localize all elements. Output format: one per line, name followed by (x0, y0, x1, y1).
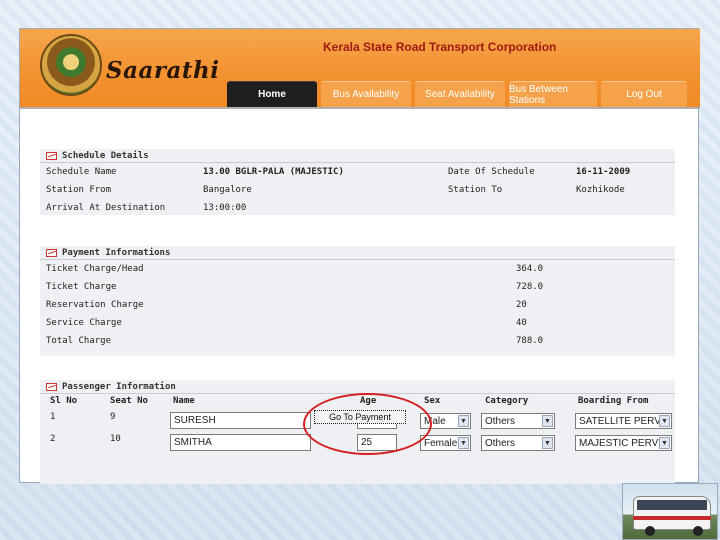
passenger-name-input[interactable]: SURESH (170, 412, 311, 429)
passenger-name-input[interactable]: SMITHA (170, 434, 311, 451)
station-from-value: Bangalore (203, 185, 252, 195)
category-select[interactable]: Others ▼ (481, 435, 555, 451)
schedule-row: Arrival At Destination 13:00:00 (40, 199, 675, 217)
chevron-down-icon: ▼ (542, 415, 553, 427)
col-header-boarding: Boarding From (578, 396, 649, 406)
bus-wheel (693, 526, 703, 536)
selected-value: Female (424, 437, 458, 449)
nav-tab-log-out[interactable]: Log Out (601, 81, 687, 107)
schedule-date-value: 16-11-2009 (576, 167, 631, 177)
highlight-annotation (303, 393, 432, 455)
section-title: Schedule Details (62, 150, 149, 161)
selected-value: Others (485, 415, 516, 427)
field-label: Date Of Schedule (448, 167, 535, 177)
section-header: Schedule Details (40, 149, 675, 163)
payment-info-section: Payment Informations Ticket Charge/Head … (40, 246, 675, 356)
field-label: Arrival At Destination (46, 203, 166, 213)
nav-tab-bus-between-stations[interactable]: Bus Between Stations (509, 81, 597, 107)
section-collapse-icon (46, 382, 57, 391)
sex-select[interactable]: Female ▼ (420, 435, 471, 451)
schedule-row: Schedule Name 13.00 BGLR-PALA (MAJESTIC)… (40, 163, 675, 181)
emblem-icon (40, 34, 102, 96)
payment-row: Reservation Charge 20 (40, 296, 675, 314)
payment-row: Ticket Charge/Head 364.0 (40, 260, 675, 278)
chevron-down-icon: ▼ (659, 415, 670, 427)
schedule-details-section: Schedule Details Schedule Name 13.00 BGL… (40, 149, 675, 215)
charge-label: Service Charge (46, 318, 122, 328)
app-title: Saarathi (106, 57, 220, 84)
payment-row: Total Charge 788.0 (40, 332, 675, 350)
sl-no: 2 (50, 434, 56, 444)
seat-no: 10 (110, 434, 121, 444)
field-label: Schedule Name (46, 167, 117, 177)
browser-page: Saarathi Kerala State Road Transport Cor… (19, 28, 700, 484)
bus-window (637, 500, 707, 510)
charge-label: Ticket Charge (46, 282, 117, 292)
nav-tab-seat-availability[interactable]: Seat Availability (415, 81, 505, 107)
section-header: Payment Informations (40, 246, 675, 260)
ksrtc-logo (40, 34, 102, 96)
section-collapse-icon (46, 151, 57, 160)
chevron-down-icon: ▼ (458, 437, 469, 449)
payment-row: Service Charge 40 (40, 314, 675, 332)
chevron-down-icon: ▼ (458, 415, 469, 427)
schedule-name-value: 13.00 BGLR-PALA (MAJESTIC) (203, 167, 344, 177)
bus-photo (622, 483, 718, 540)
charge-label: Reservation Charge (46, 300, 144, 310)
chevron-down-icon: ▼ (659, 437, 670, 449)
section-header: Passenger Information (40, 380, 675, 394)
bus-wheel (645, 526, 655, 536)
total-charge-value: 788.0 (516, 336, 544, 346)
section-title: Passenger Information (62, 381, 176, 392)
selected-value: Others (485, 437, 516, 449)
section-title: Payment Informations (62, 247, 171, 258)
org-title: Kerala State Road Transport Corporation (323, 40, 557, 54)
category-select[interactable]: Others ▼ (481, 413, 555, 429)
col-header-sex: Sex (424, 396, 441, 406)
station-to-value: Kozhikode (576, 185, 625, 195)
arrival-value: 13:00:00 (203, 203, 247, 213)
col-header-category: Category (485, 396, 529, 406)
col-header-name: Name (173, 396, 195, 406)
field-label: Station From (46, 185, 112, 195)
boarding-select[interactable]: MAJESTIC PERV7 ▼ (575, 435, 672, 451)
main-nav: Home Bus Availability Seat Availability … (227, 81, 687, 107)
nav-tab-home[interactable]: Home (227, 81, 317, 107)
chevron-down-icon: ▼ (542, 437, 553, 449)
nav-tab-bus-availability[interactable]: Bus Availability (321, 81, 411, 107)
field-label: Station To (448, 185, 503, 195)
site-header: Saarathi Kerala State Road Transport Cor… (20, 29, 700, 109)
charge-label: Ticket Charge/Head (46, 264, 144, 274)
charge-value: 728.0 (516, 282, 544, 292)
schedule-row: Station From Bangalore Station To Kozhik… (40, 181, 675, 199)
selected-value: SATELLITE PERV7 (579, 415, 667, 427)
sl-no: 1 (50, 412, 56, 422)
bus-stripe (633, 516, 711, 520)
selected-value: MAJESTIC PERV7 (579, 437, 664, 449)
boarding-select[interactable]: SATELLITE PERV7 ▼ (575, 413, 672, 429)
charge-label: Total Charge (46, 336, 112, 346)
payment-row: Ticket Charge 728.0 (40, 278, 675, 296)
section-collapse-icon (46, 248, 57, 257)
charge-value: 364.0 (516, 264, 544, 274)
col-header-seat: Seat No (110, 396, 148, 406)
charge-value: 20 (516, 300, 527, 310)
seat-no: 9 (110, 412, 116, 422)
col-header-sl: Sl No (50, 396, 78, 406)
charge-value: 40 (516, 318, 527, 328)
